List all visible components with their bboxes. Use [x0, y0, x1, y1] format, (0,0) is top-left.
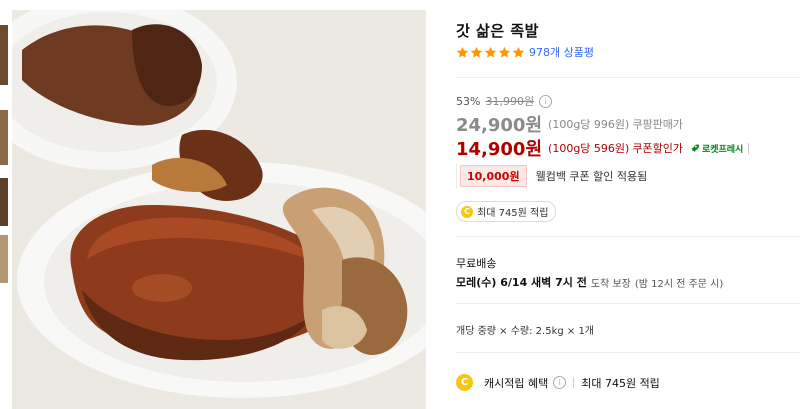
- divider: [456, 77, 800, 78]
- delivery-date: 모레(수) 6/14 새벽 7시 전: [456, 276, 587, 289]
- original-price: 31,990원: [485, 95, 535, 108]
- product-info-panel: 갓 삶은 족발 978개 상품평 53% 31,990원 i 24,900원 (…: [456, 0, 800, 409]
- coupon-price-tag: 쿠폰할인가: [632, 142, 683, 155]
- star-icon: [470, 46, 483, 58]
- weight-quantity-spec: 개당 중량 × 수량: 2.5kg × 1개: [456, 326, 595, 337]
- cash-reward-label: 캐시적립 혜택: [484, 376, 549, 390]
- thumbnail-2[interactable]: [0, 110, 8, 165]
- thumbnail-3[interactable]: [0, 178, 8, 226]
- discount-rate: 53%: [456, 94, 481, 108]
- coupon-left-bar: [456, 164, 457, 188]
- rocket-fresh-badge: 로켓프레시: [689, 142, 743, 155]
- divider: [456, 303, 800, 304]
- discount-row: 53% 31,990원 i: [456, 93, 553, 109]
- shipping-label-row: 무료배송: [456, 255, 496, 271]
- sale-unit-price: (100g당 996원): [548, 118, 630, 131]
- coupon-description: 웰컴백 쿠폰 할인 적용됨: [535, 170, 648, 183]
- sale-price: 24,900원: [456, 115, 543, 136]
- sale-price-tag: 쿠팡판매가: [632, 118, 683, 131]
- coupon-amount-badge: 10,000원: [460, 165, 527, 187]
- coupon-price-row: 14,900원 (100g당 596원) 쿠폰할인가 로켓프레시: [456, 135, 750, 161]
- product-rating[interactable]: 978개 상품평: [456, 44, 594, 60]
- info-icon[interactable]: i: [553, 376, 567, 389]
- sale-price-row: 24,900원 (100g당 996원) 쿠팡판매가: [456, 111, 683, 137]
- star-icon: [498, 46, 511, 58]
- delivery-note: (밤 12시 전 주문 시): [634, 278, 724, 290]
- separator: [573, 377, 575, 388]
- reward-pill: C 최대 745원 적립: [456, 201, 557, 222]
- delivery-guarantee: 도착 보장: [590, 278, 631, 290]
- separator: [748, 142, 750, 154]
- coupon-unit-price: (100g당 596원): [548, 142, 630, 155]
- product-title: 갓 삶은 족발: [456, 22, 539, 40]
- coupon-row: 10,000원 웰컴백 쿠폰 할인 적용됨: [456, 164, 647, 188]
- reward-text: 최대 745원 적립: [477, 208, 549, 219]
- rocket-fresh-label: 로켓프레시: [701, 144, 744, 155]
- thumbnail-strip: [0, 0, 10, 409]
- review-count-link[interactable]: 978개 상품평: [529, 44, 594, 60]
- coin-icon: C: [456, 374, 473, 391]
- thumbnail-1[interactable]: [0, 25, 8, 85]
- reward-row: C 최대 745원 적립: [456, 201, 557, 222]
- rocket-icon: [691, 143, 700, 152]
- star-icon: [456, 46, 469, 58]
- divider: [456, 236, 800, 237]
- cash-reward-value: 최대 745원 적립: [581, 376, 660, 390]
- coin-icon: C: [461, 205, 473, 218]
- info-icon[interactable]: i: [539, 94, 553, 108]
- coupon-price: 14,900원: [456, 139, 543, 160]
- thumbnail-4[interactable]: [0, 235, 8, 283]
- cash-reward-row: C 캐시적립 혜택 i 최대 745원 적립: [456, 374, 660, 391]
- shipping-label: 무료배송: [456, 257, 497, 270]
- product-main-image[interactable]: [12, 10, 426, 409]
- shipping-date-row: 모레(수) 6/14 새벽 7시 전 도착 보장 (밤 12시 전 주문 시): [456, 274, 723, 290]
- star-icon: [484, 46, 497, 58]
- star-icon: [512, 46, 525, 58]
- divider: [456, 352, 800, 353]
- spec-row: 개당 중량 × 수량: 2.5kg × 1개: [456, 322, 594, 337]
